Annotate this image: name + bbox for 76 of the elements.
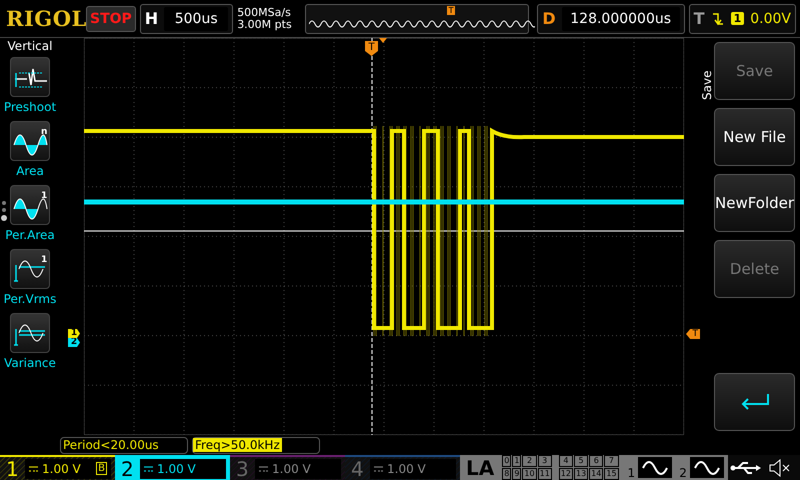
generator-tab[interactable]: 2 — [676, 455, 728, 480]
trigger-level-marker[interactable]: T — [686, 329, 700, 339]
digital-channel: 11 — [538, 468, 552, 480]
digital-channel: 1 — [512, 455, 522, 467]
measure-button[interactable] — [10, 57, 50, 97]
digital-channel: 12 — [558, 468, 573, 480]
measure-label: Variance — [4, 355, 56, 372]
sine-wave-icon — [638, 457, 672, 478]
digital-channel: 9 — [512, 468, 522, 480]
trigger-display[interactable]: T 1 0.00V — [688, 4, 796, 34]
channel-tab[interactable]: 4 1.00 V — [345, 455, 460, 480]
logic-analyzer-tab[interactable]: LA 0 1 2 3 4 5 6 7 8 9 10 11 12 13 14 15 — [460, 455, 625, 480]
menu-title: Save — [700, 69, 714, 102]
digital-channel: 6 — [589, 455, 604, 467]
channel-scale: 1.00 V — [387, 462, 426, 476]
menu-title: Vertical — [8, 39, 52, 53]
channel-tab[interactable]: 1 1.00 V B — [0, 455, 115, 480]
channel-number: 1 — [6, 456, 20, 480]
channel-tab[interactable]: 3 1.00 V — [230, 455, 345, 480]
digital-channel: 14 — [589, 468, 604, 480]
delay-display[interactable]: D 128.000000us — [537, 4, 685, 34]
channel-scale: 1.00 V — [157, 462, 196, 476]
generator-number: 1 — [628, 466, 636, 480]
sine-wave-icon — [690, 457, 724, 478]
digital-channel: 3 — [538, 455, 552, 467]
measure-button[interactable]: 1 — [10, 249, 50, 289]
digital-channel: 7 — [604, 455, 619, 467]
delay-marker-icon — [379, 38, 387, 43]
trigger-position-marker: T — [365, 41, 378, 56]
channel-number: 3 — [236, 456, 250, 480]
icon-index-label: 1 — [41, 255, 48, 265]
timeline-wave-icon — [308, 18, 535, 28]
measure-label: Preshoot — [4, 99, 56, 116]
measure-button[interactable] — [10, 313, 50, 353]
trigger-source: 1 — [730, 12, 744, 25]
sample-rate: 500MSa/s — [237, 6, 292, 18]
counter-reading: Period<20.00us — [62, 438, 160, 452]
digital-channel: 4 — [558, 455, 573, 467]
bandwidth-limit: B — [96, 462, 107, 475]
run-stop-button[interactable]: STOP — [86, 6, 136, 32]
measure-label: Per.Vrms — [4, 291, 56, 308]
counter-reading: Freq>50.0kHz — [193, 438, 282, 452]
digital-channel: 5 — [574, 455, 588, 467]
icon-index-label: n — [41, 127, 48, 137]
dc-coupling-icon — [144, 466, 153, 472]
channel-scale: 1.00 V — [42, 462, 81, 476]
dc-coupling-icon — [29, 466, 38, 472]
digital-channel: 15 — [604, 468, 619, 480]
channel-number: 2 — [121, 456, 135, 480]
measure-label: Area — [16, 163, 44, 180]
icon-index-label: 1 — [40, 191, 48, 201]
measure-label: Per.Area — [5, 227, 55, 244]
measure-button[interactable]: 1 — [10, 185, 50, 225]
memory-depth: 3.00M pts — [237, 18, 293, 30]
back-button[interactable] — [714, 373, 796, 431]
timeline-trigger-marker: T — [446, 6, 456, 14]
dc-coupling-icon — [374, 466, 383, 472]
logic-analyzer-label: LA — [466, 456, 494, 480]
channel-number: 4 — [351, 456, 365, 480]
trigger-edge-icon — [710, 10, 725, 26]
digital-channel: 0 — [502, 455, 512, 467]
menu-button[interactable]: New File — [714, 108, 796, 166]
menu-button[interactable]: NewFolder — [714, 174, 796, 232]
dc-coupling-icon — [259, 466, 268, 472]
generator-number: 2 — [679, 466, 687, 480]
mute-icon — [768, 458, 792, 476]
digital-channel: 8 — [502, 468, 512, 480]
channel-scale: 1.00 V — [272, 462, 311, 476]
digital-channel: 10 — [522, 468, 537, 480]
digital-channel: 13 — [574, 468, 588, 480]
horizontal-timebase[interactable]: H 500us — [140, 4, 234, 34]
measure-button[interactable]: n — [10, 121, 50, 161]
generator-tab[interactable]: 1 — [624, 455, 676, 480]
usb-icon — [730, 460, 762, 476]
digital-channel: 2 — [522, 455, 537, 467]
channel-tab[interactable]: 2 1.00 V — [115, 455, 230, 480]
